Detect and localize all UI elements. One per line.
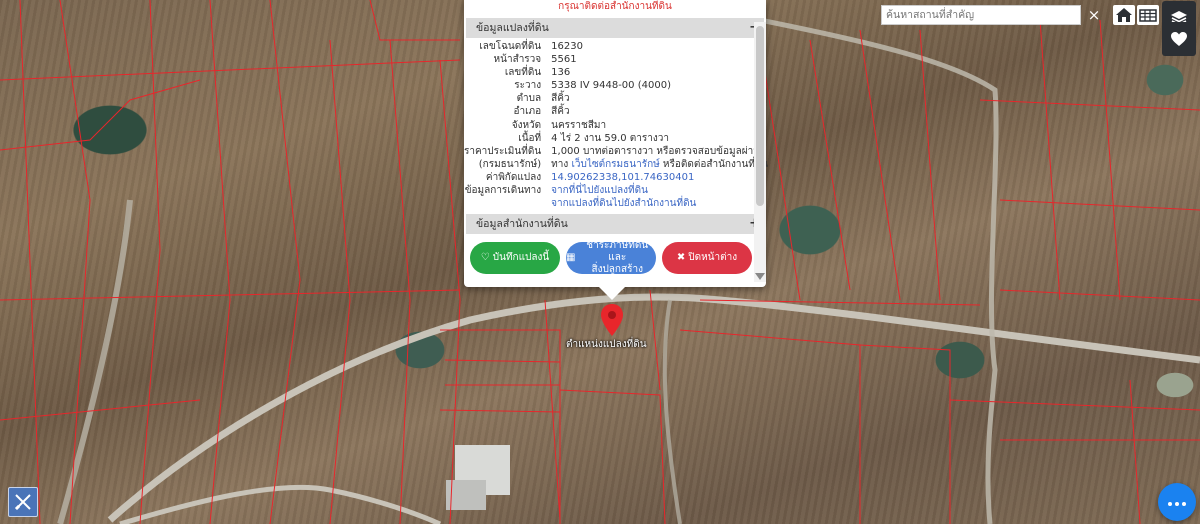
table-row: ค่าพิกัดแปลง 14.90262338,101.74630401 — [464, 171, 768, 184]
close-popup-button[interactable]: ✖ ปิดหน้าต่าง — [662, 242, 752, 274]
subdistrict-value: สีคิ้ว — [551, 93, 570, 105]
grid-view-button[interactable] — [1137, 5, 1159, 25]
more-options-button[interactable] — [1158, 483, 1196, 521]
popup-pointer — [598, 286, 626, 300]
map-pin-icon[interactable] — [600, 304, 624, 336]
home-button[interactable] — [1113, 5, 1135, 25]
table-row: ระวาง 5338 IV 9448-00 (4000) — [464, 79, 768, 92]
route-to-parcel-link[interactable]: จากที่นี่ไปยังแปลงที่ดิน — [551, 185, 648, 196]
contact-office-note: กรุณาติดต่อสำนักงานที่ดิน — [558, 1, 672, 12]
land-no-label: เลขที่ดิน — [504, 67, 542, 79]
close-x-icon: ✖ — [676, 252, 686, 263]
office-info-section-header[interactable]: ข้อมูลสำนักงานที่ดิน + — [466, 214, 764, 235]
favorites-button[interactable] — [1162, 22, 1196, 56]
table-row: ราคาประเมินที่ดิน 1,000 บาทต่อตารางวา หร… — [464, 145, 768, 158]
coords-label: ค่าพิกัดแปลง — [485, 171, 542, 183]
deed-no-label: เลขโฉนดที่ดิน — [479, 41, 542, 52]
receipt-icon: ▦ — [566, 252, 576, 263]
parcel-info-section-title: ข้อมูลแปลงที่ดิน — [476, 22, 549, 34]
popup-actions: ♡ บันทึกแปลงนี้ ▦ ชำระภาษีที่ดินและ สิ่งป… — [470, 240, 752, 275]
popup-scrollbar[interactable] — [754, 22, 766, 282]
home-icon — [1116, 8, 1132, 22]
route-to-office-link[interactable]: จากแปลงที่ดินไปยังสำนักงานที่ดิน — [551, 198, 696, 209]
area-label: เนื้อที่ — [518, 132, 542, 144]
survey-page-value: 5561 — [551, 54, 577, 66]
land-no-value: 136 — [551, 67, 571, 79]
map-sheet-label: ระวาง — [514, 80, 542, 92]
table-row: ตำบล สีคิ้ว — [464, 92, 768, 105]
table-row: จากแปลงที่ดินไปยังสำนักงานที่ดิน — [464, 197, 768, 210]
scroll-down-arrow-icon[interactable] — [755, 273, 765, 280]
district-value: สีคิ้ว — [551, 106, 570, 118]
coords-link[interactable]: 14.90262338,101.74630401 — [551, 172, 694, 183]
appraisal-source-value: ทาง เว็บไซต์กรมธนารักษ์ หรือติดต่อสำนักง… — [551, 158, 768, 171]
marker-label: ตำแหน่งแปลงที่ดิน — [566, 339, 647, 350]
clear-search-button[interactable]: × — [1086, 5, 1102, 25]
search-input[interactable] — [882, 6, 1080, 24]
office-info-section-title: ข้อมูลสำนักงานที่ดิน — [476, 218, 568, 231]
deed-no-value: 16230 — [551, 41, 583, 52]
subdistrict-label: ตำบล — [516, 93, 542, 105]
parcel-info-table: เลขโฉนดที่ดิน 16230 หน้าสำรวจ 5561 เลขที… — [464, 40, 768, 210]
table-row: เลขที่ดิน 136 — [464, 66, 768, 79]
appraisal-suffix: หรือติดต่อสำนักงานที่ดิน — [662, 158, 769, 170]
province-value: นครราชสีมา — [551, 119, 607, 131]
parcel-info-section-header[interactable]: ข้อมูลแปลงที่ดิน − — [466, 18, 764, 38]
appraisal-label: ราคาประเมินที่ดิน — [464, 145, 542, 157]
pay-land-tax-button[interactable]: ▦ ชำระภาษีที่ดินและ สิ่งปลูกสร้าง — [566, 240, 656, 275]
appraisal-prefix: ทาง — [551, 158, 569, 170]
table-row: จังหวัด นครราชสีมา — [464, 119, 768, 132]
measure-tools-button[interactable] — [8, 487, 38, 517]
table-row: เลขโฉนดที่ดิน 16230 — [464, 40, 768, 53]
scrollbar-thumb[interactable] — [756, 26, 764, 206]
heart-icon — [1171, 32, 1187, 46]
appraisal-source-label: (กรมธนารักษ์) — [478, 158, 542, 170]
province-label: จังหวัด — [511, 119, 542, 131]
travel-label: ข้อมูลการเดินทาง — [464, 185, 542, 197]
save-parcel-button[interactable]: ♡ บันทึกแปลงนี้ — [470, 242, 560, 274]
parcel-info-popup: กรุณาติดต่อสำนักงานที่ดิน ข้อมูลแปลงที่ด… — [464, 0, 768, 287]
table-row: (กรมธนารักษ์) ทาง เว็บไซต์กรมธนารักษ์ หร… — [464, 158, 768, 171]
table-row: อำเภอ สีคิ้ว — [464, 105, 768, 118]
table-row: ข้อมูลการเดินทาง จากที่นี่ไปยังแปลงที่ดิ… — [464, 184, 768, 197]
area-value: 4 ไร่ 2 งาน 59.0 ตารางวา — [551, 132, 669, 144]
table-row: หน้าสำรวจ 5561 — [464, 53, 768, 66]
tools-icon — [14, 494, 31, 511]
map-sheet-value: 5338 IV 9448-00 (4000) — [551, 80, 671, 92]
survey-page-label: หน้าสำรวจ — [493, 54, 542, 66]
treasury-website-link[interactable]: เว็บไซต์กรมธนารักษ์ — [571, 159, 659, 170]
district-label: อำเภอ — [513, 106, 542, 118]
appraisal-value: 1,000 บาทต่อตารางวา หรือตรวจสอบข้อมูลผ่า… — [551, 145, 761, 157]
table-row: เนื้อที่ 4 ไร่ 2 งาน 59.0 ตารางวา — [464, 132, 768, 145]
grid-icon — [1139, 9, 1157, 22]
search-box[interactable] — [881, 5, 1081, 25]
more-icon — [1167, 496, 1188, 509]
heart-outline-icon: ♡ — [480, 252, 490, 263]
